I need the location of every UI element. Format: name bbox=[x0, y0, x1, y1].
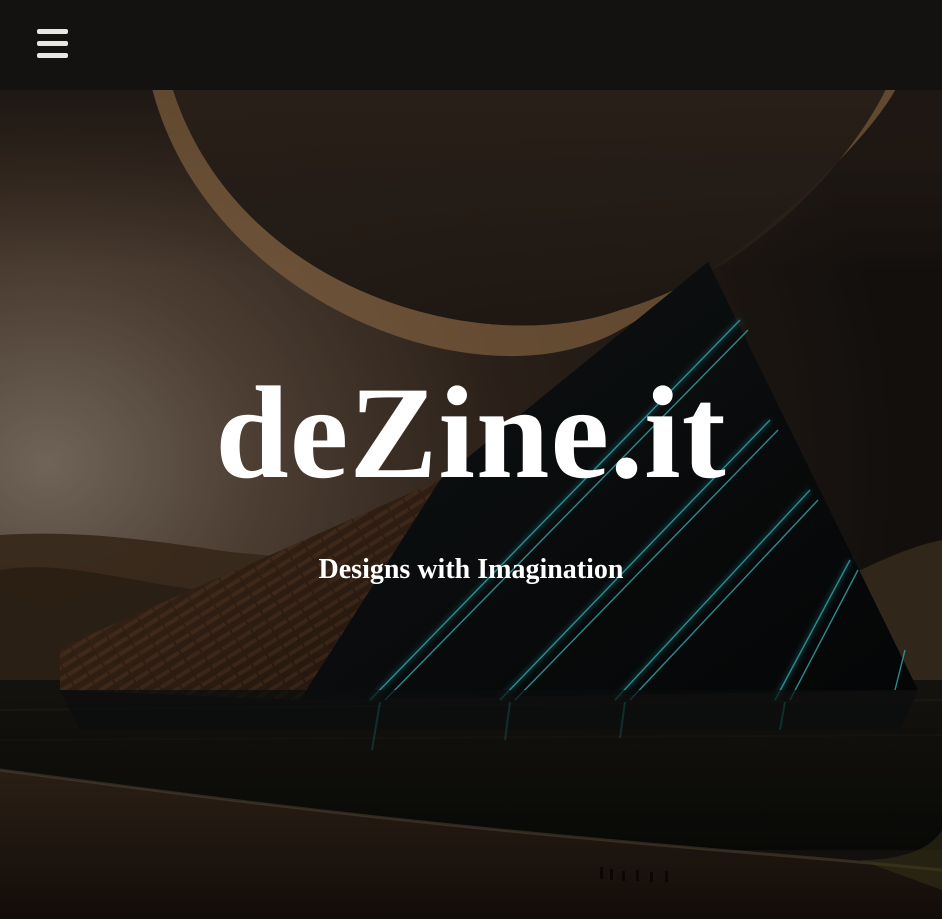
page: deZine.it Designs with Imagination bbox=[0, 0, 942, 919]
hamburger-menu-icon[interactable] bbox=[29, 22, 75, 66]
hero-section: deZine.it Designs with Imagination bbox=[0, 90, 942, 919]
menu-bar-bottom bbox=[37, 53, 68, 58]
menu-bar-top bbox=[37, 29, 68, 34]
site-title: deZine.it bbox=[215, 359, 727, 506]
top-navigation-bar bbox=[0, 0, 942, 90]
menu-bar-middle bbox=[37, 41, 68, 46]
site-tagline: Designs with Imagination bbox=[318, 554, 624, 585]
